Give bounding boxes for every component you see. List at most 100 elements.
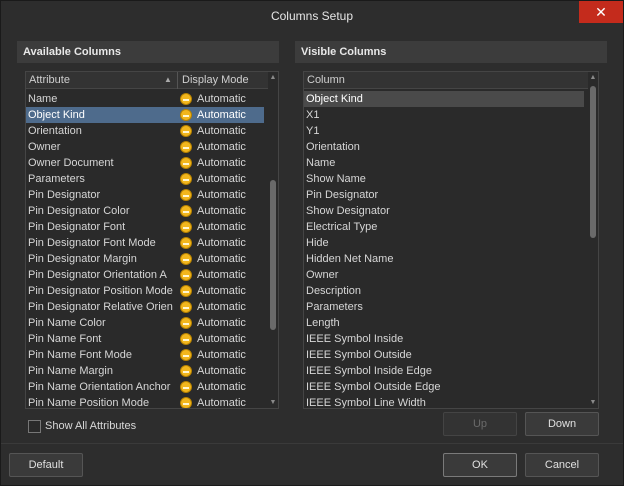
available-column-row[interactable]: Object Kind Automatic	[26, 107, 264, 123]
display-mode-cell[interactable]: Automatic	[180, 299, 246, 315]
visible-columns-list[interactable]: Column Object Kind X1 Y1 Orientation Name Sho…	[303, 71, 599, 409]
display-mode-cell[interactable]: Automatic	[180, 267, 246, 283]
available-column-row[interactable]: Pin Designator Orientation A Automatic	[26, 267, 264, 283]
visible-column-row[interactable]: Parameters	[304, 299, 584, 315]
display-mode-cell[interactable]: Automatic	[180, 331, 246, 347]
attribute-name: Object Kind	[28, 109, 85, 121]
show-all-attributes-label[interactable]: Show All Attributes	[45, 420, 136, 432]
automatic-mode-icon	[180, 253, 192, 265]
available-column-row[interactable]: Pin Name Position Mode Automatic	[26, 395, 264, 409]
available-column-row[interactable]: Pin Designator Font Automatic	[26, 219, 264, 235]
display-mode-column-header[interactable]: Display Mode	[182, 74, 249, 86]
available-list-header: Attribute ▲ Display Mode	[26, 72, 268, 89]
display-mode-cell[interactable]: Automatic	[180, 219, 246, 235]
display-mode-cell[interactable]: Automatic	[180, 171, 246, 187]
available-column-row[interactable]: Parameters Automatic	[26, 171, 264, 187]
column-name: Orientation	[306, 141, 360, 153]
available-column-row[interactable]: Pin Designator Automatic	[26, 187, 264, 203]
scroll-up-arrow-icon[interactable]: ▲	[589, 74, 597, 81]
visible-column-row[interactable]: IEEE Symbol Outside	[304, 347, 584, 363]
display-mode-cell[interactable]: Automatic	[180, 315, 246, 331]
scroll-down-arrow-icon[interactable]: ▼	[269, 399, 277, 406]
display-mode-cell[interactable]: Automatic	[180, 123, 246, 139]
available-columns-list[interactable]: Attribute ▲ Display Mode Name Automatic Ob…	[25, 71, 279, 409]
display-mode-cell[interactable]: Automatic	[180, 107, 246, 123]
automatic-mode-icon	[180, 269, 192, 281]
available-column-row[interactable]: Name Automatic	[26, 91, 264, 107]
visible-column-row[interactable]: X1	[304, 107, 584, 123]
attribute-name: Pin Designator Orientation A	[28, 269, 167, 281]
dialog-title: Columns Setup	[270, 9, 354, 23]
attribute-name: Pin Name Margin	[28, 365, 113, 377]
available-column-row[interactable]: Pin Name Font Mode Automatic	[26, 347, 264, 363]
display-mode-cell[interactable]: Automatic	[180, 187, 246, 203]
display-mode-label: Automatic	[197, 397, 246, 409]
visible-column-row[interactable]: Length	[304, 315, 584, 331]
visible-column-row[interactable]: Y1	[304, 123, 584, 139]
display-mode-cell[interactable]: Automatic	[180, 395, 246, 409]
display-mode-label: Automatic	[197, 205, 246, 217]
available-column-row[interactable]: Pin Name Font Automatic	[26, 331, 264, 347]
default-button[interactable]: Default	[9, 453, 83, 477]
display-mode-cell[interactable]: Automatic	[180, 251, 246, 267]
available-column-row[interactable]: Pin Designator Relative Orien Automatic	[26, 299, 264, 315]
scroll-down-arrow-icon[interactable]: ▼	[589, 399, 597, 406]
scroll-thumb[interactable]	[270, 180, 276, 330]
available-column-row[interactable]: Orientation Automatic	[26, 123, 264, 139]
automatic-mode-icon	[180, 317, 192, 329]
visible-column-row[interactable]: IEEE Symbol Inside Edge	[304, 363, 584, 379]
up-button[interactable]: Up	[443, 412, 517, 436]
visible-scrollbar[interactable]: ▲ ▼	[588, 72, 598, 408]
column-name: Hidden Net Name	[306, 253, 394, 265]
display-mode-cell[interactable]: Automatic	[180, 155, 246, 171]
available-scrollbar[interactable]: ▲ ▼	[268, 72, 278, 408]
attribute-name: Pin Designator Font	[28, 221, 126, 233]
cancel-button[interactable]: Cancel	[525, 453, 599, 477]
column-column-header[interactable]: Column	[307, 74, 345, 86]
available-column-row[interactable]: Pin Designator Font Mode Automatic	[26, 235, 264, 251]
attribute-column-header[interactable]: Attribute	[29, 74, 70, 86]
visible-column-row[interactable]: Hidden Net Name	[304, 251, 584, 267]
scroll-up-arrow-icon[interactable]: ▲	[269, 74, 277, 81]
visible-column-row[interactable]: Orientation	[304, 139, 584, 155]
visible-column-row[interactable]: Show Designator	[304, 203, 584, 219]
visible-column-row[interactable]: Electrical Type	[304, 219, 584, 235]
available-column-row[interactable]: Owner Automatic	[26, 139, 264, 155]
display-mode-cell[interactable]: Automatic	[180, 91, 246, 107]
visible-column-row[interactable]: Show Name	[304, 171, 584, 187]
visible-column-row[interactable]: Hide	[304, 235, 584, 251]
available-column-row[interactable]: Pin Name Orientation Anchor Automatic	[26, 379, 264, 395]
down-button[interactable]: Down	[525, 412, 599, 436]
display-mode-cell[interactable]: Automatic	[180, 139, 246, 155]
available-column-row[interactable]: Pin Name Color Automatic	[26, 315, 264, 331]
display-mode-cell[interactable]: Automatic	[180, 283, 246, 299]
ok-button[interactable]: OK	[443, 453, 517, 477]
automatic-mode-icon	[180, 205, 192, 217]
visible-column-row[interactable]: Description	[304, 283, 584, 299]
display-mode-label: Automatic	[197, 157, 246, 169]
visible-column-row[interactable]: Object Kind	[304, 91, 584, 107]
automatic-mode-icon	[180, 237, 192, 249]
available-column-row[interactable]: Pin Designator Position Mode Automatic	[26, 283, 264, 299]
display-mode-cell[interactable]: Automatic	[180, 347, 246, 363]
display-mode-cell[interactable]: Automatic	[180, 203, 246, 219]
visible-column-row[interactable]: Name	[304, 155, 584, 171]
visible-column-row[interactable]: IEEE Symbol Line Width	[304, 395, 584, 408]
attribute-name: Pin Name Font	[28, 333, 102, 345]
visible-column-row[interactable]: Owner	[304, 267, 584, 283]
scroll-thumb[interactable]	[590, 86, 596, 238]
visible-column-row[interactable]: IEEE Symbol Outside Edge	[304, 379, 584, 395]
visible-column-row[interactable]: IEEE Symbol Inside	[304, 331, 584, 347]
close-button[interactable]: ✕	[579, 1, 623, 23]
display-mode-cell[interactable]: Automatic	[180, 235, 246, 251]
available-column-row[interactable]: Pin Name Margin Automatic	[26, 363, 264, 379]
column-name: Owner	[306, 269, 339, 281]
visible-column-row[interactable]: Pin Designator	[304, 187, 584, 203]
display-mode-cell[interactable]: Automatic	[180, 363, 246, 379]
available-column-row[interactable]: Pin Designator Margin Automatic	[26, 251, 264, 267]
show-all-attributes-checkbox[interactable]	[28, 420, 41, 433]
display-mode-cell[interactable]: Automatic	[180, 379, 246, 395]
available-column-row[interactable]: Owner Document Automatic	[26, 155, 264, 171]
available-column-row[interactable]: Pin Designator Color Automatic	[26, 203, 264, 219]
display-mode-label: Automatic	[197, 333, 246, 345]
